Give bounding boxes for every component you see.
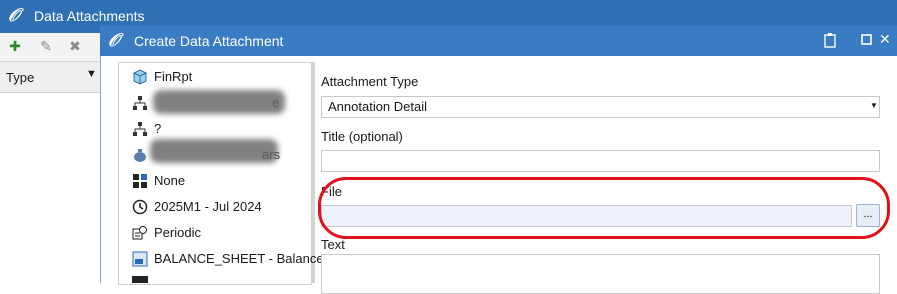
tree-item-partial bbox=[132, 276, 148, 283]
text-area[interactable] bbox=[321, 254, 880, 294]
view-icon bbox=[132, 225, 148, 241]
title-input[interactable] bbox=[321, 150, 880, 172]
tree-item-label: Periodic bbox=[154, 225, 201, 241]
tree-item-label: BALANCE_SHEET - Balance bbox=[154, 251, 324, 267]
money-bag-icon bbox=[132, 147, 148, 163]
clipboard-icon[interactable] bbox=[824, 32, 836, 51]
filter-icon[interactable]: ▼ bbox=[86, 68, 97, 80]
title-label: Title (optional) bbox=[321, 129, 403, 144]
tree-item-account[interactable]: BALANCE_SHEET - Balance bbox=[132, 250, 324, 272]
background-list bbox=[0, 93, 101, 283]
attachment-type-select[interactable]: Annotation Detail bbox=[321, 96, 880, 118]
tree-item-label: 2025M1 - Jul 2024 bbox=[154, 199, 262, 215]
tree-item-finrpt[interactable]: FinRpt bbox=[132, 68, 192, 90]
type-column-label: Type bbox=[6, 70, 35, 85]
hierarchy-icon bbox=[132, 121, 148, 137]
redacted-area bbox=[150, 139, 278, 163]
edit-icon[interactable]: ✎ bbox=[37, 37, 55, 55]
close-icon[interactable]: ✕ bbox=[879, 31, 891, 48]
attachment-type-label: Attachment Type bbox=[321, 74, 419, 89]
cube-icon bbox=[132, 69, 148, 85]
tree-item-label: FinRpt bbox=[154, 69, 193, 85]
tree-item-view[interactable]: Periodic bbox=[132, 224, 201, 246]
clock-icon bbox=[132, 199, 148, 215]
dialog-title: Create Data Attachment bbox=[134, 33, 284, 49]
new-icon[interactable]: ✚ bbox=[6, 37, 24, 55]
delete-icon[interactable]: ✖ bbox=[66, 37, 84, 55]
tree-item-label: ? bbox=[154, 121, 162, 137]
hierarchy-icon bbox=[132, 95, 148, 111]
grid-icon bbox=[132, 173, 148, 189]
account-icon bbox=[132, 251, 148, 267]
maximize-icon[interactable] bbox=[861, 32, 872, 48]
tree-item-label: None bbox=[154, 173, 186, 189]
redacted-area bbox=[153, 90, 285, 114]
chevron-down-icon[interactable]: ▼ bbox=[870, 101, 878, 110]
text-label: Text bbox=[321, 237, 345, 252]
app-logo-icon: 𝒪 bbox=[8, 5, 20, 26]
highlight-annotation bbox=[318, 177, 890, 239]
background-window-title: Data Attachments bbox=[34, 8, 145, 24]
dialog-logo-icon: 𝒪 bbox=[108, 30, 120, 51]
tree-item-time[interactable]: 2025M1 - Jul 2024 bbox=[132, 198, 262, 220]
tree-item-none[interactable]: None bbox=[132, 172, 185, 194]
